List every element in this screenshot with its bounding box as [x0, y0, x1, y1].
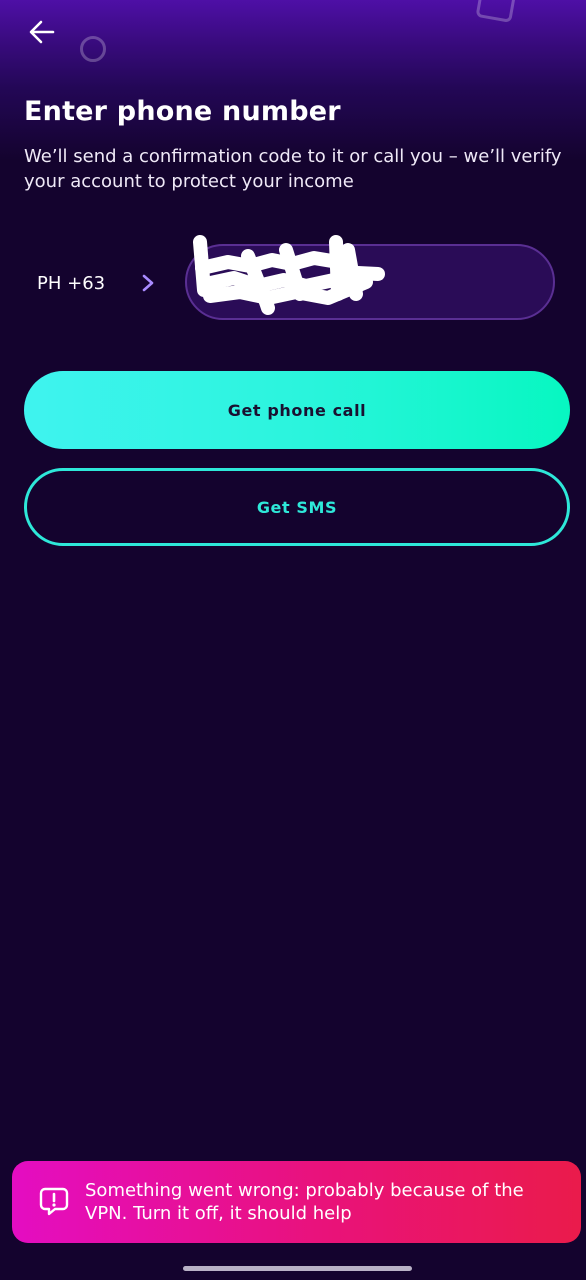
- phone-number-field[interactable]: [185, 244, 555, 320]
- country-code-label: PH +63: [37, 272, 106, 294]
- home-indicator[interactable]: [183, 1266, 412, 1271]
- alert-message-icon: [39, 1187, 69, 1216]
- page-title: Enter phone number: [24, 96, 341, 127]
- arrow-left-icon: [29, 20, 55, 44]
- get-phone-call-button[interactable]: Get phone call: [24, 371, 570, 449]
- phone-verification-screen: Enter phone number We’ll send a confirma…: [0, 0, 586, 1280]
- header-background: [0, 0, 586, 160]
- chevron-right-icon: [142, 274, 154, 292]
- error-toast[interactable]: Something went wrong: probably because o…: [12, 1161, 581, 1243]
- decorative-ring: [80, 36, 106, 62]
- phone-number-input[interactable]: [207, 260, 541, 308]
- country-code-selector[interactable]: PH +63: [24, 260, 164, 306]
- get-sms-button[interactable]: Get SMS: [24, 468, 570, 546]
- back-button[interactable]: [26, 16, 58, 48]
- page-subtitle: We’ll send a confirmation code to it or …: [24, 146, 562, 192]
- toast-message: Something went wrong: probably because o…: [85, 1180, 524, 1224]
